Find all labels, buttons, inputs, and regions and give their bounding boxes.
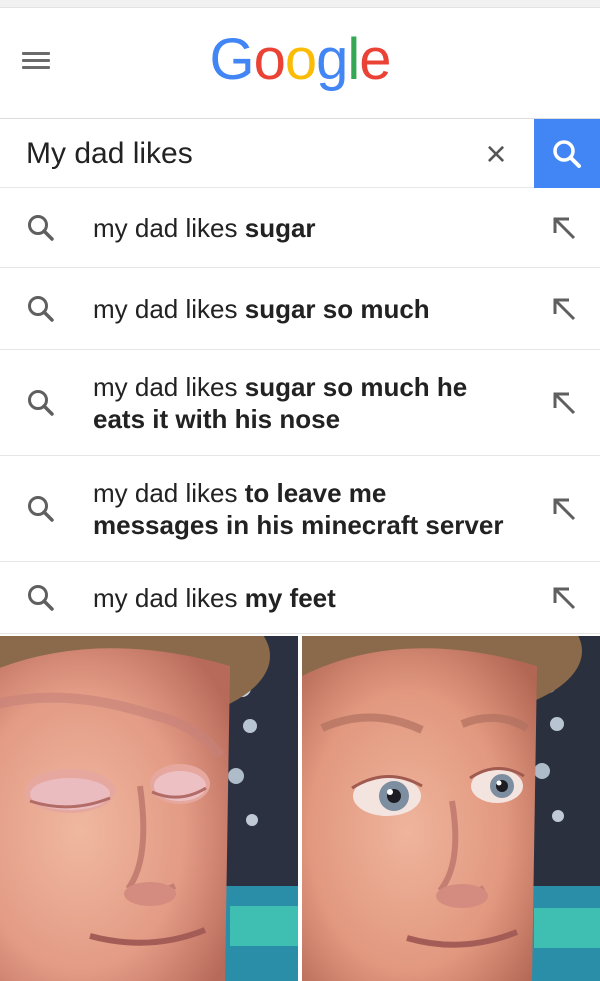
suggestion-prefix: my dad likes — [93, 583, 245, 613]
suggestion-completion: sugar — [244, 213, 316, 243]
man-eyes-closed-image — [0, 636, 298, 981]
search-bar: × — [0, 118, 600, 189]
arrow-up-left-icon[interactable] — [550, 495, 578, 523]
suggestion-text: my dad likes to leave me messages in his … — [93, 477, 503, 541]
search-icon — [28, 390, 54, 416]
logo-letter: o — [284, 27, 317, 92]
suggestion-completion: my feet — [244, 583, 336, 613]
suggestion-completion: sugar so much he — [244, 372, 468, 402]
search-icon — [28, 215, 54, 241]
man-eyes-open-image — [302, 636, 600, 981]
search-icon — [28, 296, 54, 322]
logo-letter: e — [359, 27, 391, 92]
suggestion-item[interactable]: my dad likes sugar so much — [0, 268, 600, 350]
status-strip — [0, 0, 600, 8]
suggestion-text: my dad likes sugar so much he eats it wit… — [93, 371, 467, 435]
close-icon[interactable]: × — [478, 134, 514, 174]
search-icon — [28, 496, 54, 522]
arrow-up-left-icon[interactable] — [550, 584, 578, 612]
search-button[interactable] — [534, 119, 600, 189]
google-header: Google — [0, 8, 600, 116]
suggestion-text: my dad likes sugar — [93, 212, 316, 244]
suggestion-prefix: my dad likes — [93, 213, 245, 243]
suggestion-item[interactable]: my dad likes my feet — [0, 562, 600, 634]
suggestion-text: my dad likes sugar so much — [93, 293, 430, 325]
logo-letter: G — [209, 27, 254, 92]
suggestion-prefix: my dad likes — [93, 478, 245, 508]
suggestion-completion: to leave me — [244, 478, 387, 508]
arrow-up-left-icon[interactable] — [550, 295, 578, 323]
logo-letter: o — [253, 27, 286, 92]
logo-letter: g — [316, 27, 348, 92]
suggestion-item[interactable]: my dad likes sugar — [0, 188, 600, 268]
suggestion-text: my dad likes my feet — [93, 582, 336, 614]
suggestion-completion: sugar so much — [244, 294, 430, 324]
suggestion-item[interactable]: my dad likes sugar so much he eats it wit… — [0, 350, 600, 456]
search-icon — [28, 585, 54, 611]
search-icon — [553, 140, 581, 168]
search-input[interactable] — [26, 135, 446, 173]
arrow-up-left-icon[interactable] — [550, 214, 578, 242]
logo-letter: l — [347, 27, 360, 92]
suggestion-prefix: my dad likes — [93, 294, 245, 324]
arrow-up-left-icon[interactable] — [550, 389, 578, 417]
suggestion-prefix: my dad likes — [93, 372, 245, 402]
suggestion-completion: eats it with his nose — [93, 404, 341, 434]
suggestion-list: my dad likes sugar my dad likes sugar so … — [0, 188, 600, 634]
meme-image — [0, 636, 600, 981]
suggestion-item[interactable]: my dad likes to leave me messages in his … — [0, 456, 600, 562]
suggestion-completion: messages in his minecraft server — [93, 510, 504, 540]
google-logo[interactable]: Google — [0, 26, 600, 93]
